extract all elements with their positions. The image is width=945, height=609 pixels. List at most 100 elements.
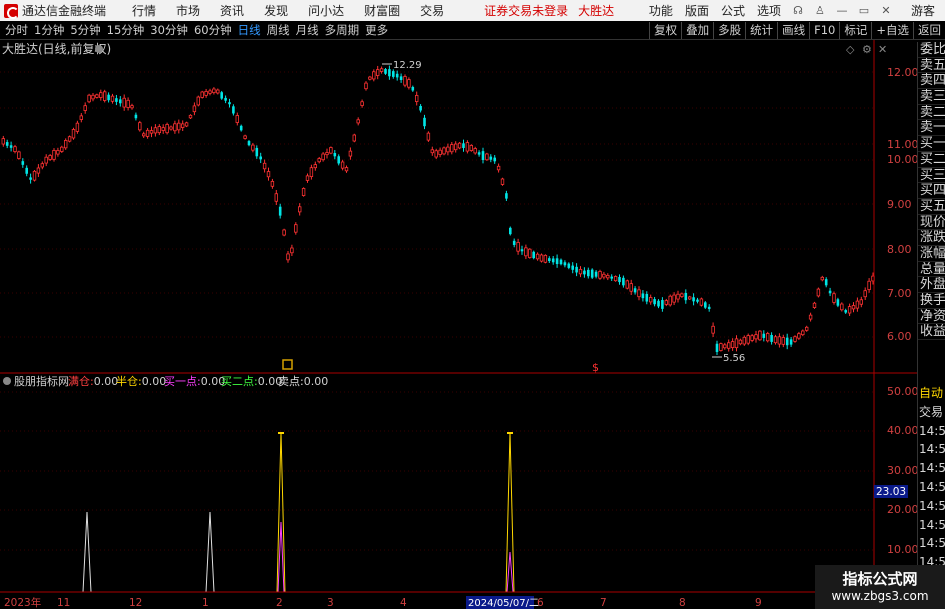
tool-multi-stock[interactable]: 多股 — [713, 21, 745, 39]
candle-body — [228, 102, 231, 105]
indicator-settings-icon[interactable] — [3, 377, 11, 385]
menu-function[interactable]: 功能 — [643, 2, 679, 19]
event-marker-icon[interactable] — [282, 359, 293, 370]
candle-body — [141, 133, 146, 137]
tool-mark[interactable]: 标记 — [839, 21, 871, 39]
tool-adjust[interactable]: 复权 — [649, 21, 681, 39]
candle-body — [524, 247, 528, 257]
period-tab-60min[interactable]: 60分钟 — [191, 22, 235, 38]
price-tick: 7.00 — [887, 287, 912, 300]
period-tab-30min[interactable]: 30分钟 — [147, 22, 191, 38]
candle-body — [793, 336, 797, 342]
side-item-bid5[interactable]: 买五 — [918, 199, 945, 215]
side-item-trades[interactable]: 交易 — [918, 403, 945, 422]
period-tab-daily[interactable]: 日线 — [235, 22, 264, 38]
period-toolbar: 分时 1分钟 5分钟 15分钟 30分钟 60分钟 日线 周线 月线 多周期 更… — [0, 21, 945, 40]
side-item-outer-vol[interactable]: 外盘 — [918, 277, 945, 293]
chart-settings-icon[interactable] — [95, 45, 103, 53]
period-tab-weekly[interactable]: 周线 — [264, 22, 293, 38]
close-chart-icon[interactable]: ✕ — [878, 43, 887, 56]
side-item-bid-ratio[interactable]: 委比 — [918, 42, 945, 58]
menu-ask[interactable]: 问小达 — [298, 2, 354, 19]
tool-f10[interactable]: F10 — [809, 21, 839, 39]
side-item-change-pct[interactable]: 涨幅 — [918, 246, 945, 262]
menu-quotes[interactable]: 行情 — [122, 2, 166, 19]
side-item-change[interactable]: 涨跌 — [918, 230, 945, 246]
menu-wealth[interactable]: 财富圈 — [354, 2, 410, 19]
period-tab-5min[interactable]: 5分钟 — [67, 22, 103, 38]
period-tab-timeshare[interactable]: 分时 — [2, 22, 31, 38]
kline-chart-area[interactable]: 大胜达(日线,前复权) ◇ ⚙ ✕ 12.00 11.00 10.00 9.00… — [0, 40, 917, 609]
side-item-ask5[interactable]: 卖五 — [918, 58, 945, 74]
period-tab-1min[interactable]: 1分钟 — [31, 22, 67, 38]
side-item-ask3[interactable]: 卖三 — [918, 89, 945, 105]
side-item-net-asset[interactable]: 净资 — [918, 309, 945, 325]
candle-body — [520, 249, 524, 252]
side-item-bid1[interactable]: 买一 — [918, 136, 945, 152]
side-item-ask2[interactable]: 卖二 — [918, 105, 945, 121]
menu-options[interactable]: 选项 — [751, 2, 787, 19]
side-item-earnings[interactable]: 收益 — [918, 324, 945, 341]
dividend-marker-icon[interactable]: $ — [592, 361, 599, 374]
side-item-bid2[interactable]: 买二 — [918, 152, 945, 168]
menu-news[interactable]: 资讯 — [210, 2, 254, 19]
menu-market[interactable]: 市场 — [166, 2, 210, 19]
candle-body — [340, 161, 345, 169]
side-item-bid4[interactable]: 买四 — [918, 183, 945, 199]
side-item-auto[interactable]: 自动 — [918, 384, 945, 403]
candle-body — [56, 150, 60, 155]
diamond-icon[interactable]: ◇ — [846, 43, 855, 56]
menu-formula[interactable]: 公式 — [715, 2, 751, 19]
candle-body — [676, 293, 680, 300]
minimize-icon[interactable]: — — [831, 4, 853, 17]
headset-icon[interactable]: ☊ — [787, 4, 809, 17]
tool-draw[interactable]: 画线 — [777, 21, 809, 39]
low-price-marker: 5.56 — [723, 353, 745, 364]
candle-body — [469, 145, 473, 151]
indicator-title[interactable]: 股朋指标网 — [14, 374, 69, 388]
watermark-line2: www.zbgs3.com — [831, 589, 929, 603]
candle-body — [36, 167, 41, 174]
candle-body — [462, 143, 465, 148]
side-item-volume[interactable]: 总量 — [918, 262, 945, 278]
menu-layout[interactable]: 版面 — [679, 2, 715, 19]
period-tab-15min[interactable]: 15分钟 — [104, 22, 148, 38]
candle-body — [309, 167, 314, 178]
candle-body — [149, 130, 154, 134]
legend-half-position: 半仓:0.00 — [116, 374, 166, 388]
login-notice[interactable]: 证券交易未登录 — [484, 2, 568, 19]
period-tab-multi[interactable]: 多周期 — [322, 22, 363, 38]
candle-body — [465, 142, 470, 152]
candle-body — [384, 69, 387, 74]
candle-body — [824, 279, 828, 286]
period-tab-monthly[interactable]: 月线 — [293, 22, 322, 38]
menu-trade[interactable]: 交易 — [410, 2, 454, 19]
maximize-icon[interactable]: ▭ — [853, 4, 875, 17]
candle-body — [196, 96, 200, 106]
side-item-ask4[interactable]: 卖四 — [918, 73, 945, 90]
candle-body — [255, 147, 259, 157]
guest-label[interactable]: 游客 — [897, 2, 945, 19]
side-item-price[interactable]: 现价 — [918, 215, 945, 231]
candle-body — [21, 161, 25, 165]
candle-body — [60, 146, 64, 152]
tool-statistics[interactable]: 统计 — [745, 21, 777, 39]
tool-add-watchlist[interactable]: +自选 — [871, 21, 913, 39]
candle-body — [528, 248, 532, 258]
side-item-turnover[interactable]: 换手 — [918, 293, 945, 309]
period-tab-more[interactable]: 更多 — [362, 22, 391, 38]
candle-body — [79, 115, 83, 120]
side-item-bid3[interactable]: 买三 — [918, 168, 945, 184]
shirt-icon[interactable]: ♙ — [809, 4, 831, 17]
candle-body — [130, 105, 134, 109]
candle-body — [832, 293, 836, 303]
close-icon[interactable]: ✕ — [875, 4, 897, 17]
side-item-ask1[interactable]: 卖一 — [918, 120, 945, 137]
candle-body — [750, 335, 754, 341]
menu-discover[interactable]: 发现 — [254, 2, 298, 19]
candle-body — [169, 126, 173, 130]
tool-overlay[interactable]: 叠加 — [681, 21, 713, 39]
tool-back[interactable]: 返回 — [913, 21, 945, 39]
settings-icon[interactable]: ⚙ — [862, 43, 872, 56]
candle-body — [707, 306, 711, 310]
